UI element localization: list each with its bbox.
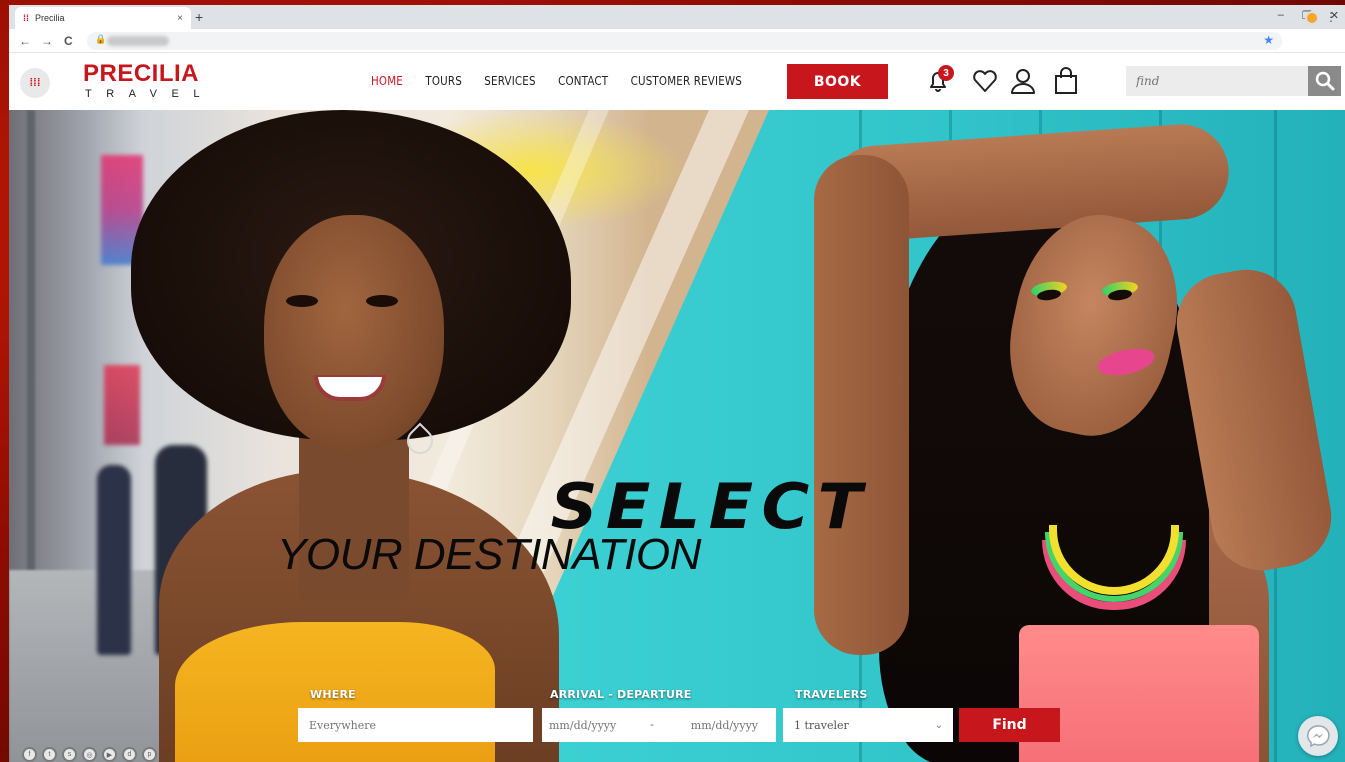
woman-left-face — [264, 215, 444, 450]
twitter-icon[interactable]: t — [42, 747, 57, 762]
departure-input[interactable] — [664, 718, 764, 732]
arrival-departure-label: ARRIVAL - DEPARTURE — [550, 688, 692, 701]
favicon-icon: ⁞⁞ — [23, 13, 29, 23]
bookmark-star-icon[interactable]: ★ — [1263, 33, 1274, 47]
travelers-select[interactable]: 1 traveler ⌄ — [783, 708, 953, 742]
bag-icon[interactable] — [1051, 66, 1081, 96]
new-tab-button[interactable]: + — [195, 9, 203, 25]
lock-icon: 🔒 — [95, 34, 107, 44]
browser-menu-icon[interactable]: ⋮ — [1325, 10, 1337, 24]
site-header: ⁞⁞⁞ PRECILIA TRAVEL HOME TOURS SERVICES … — [9, 54, 1345, 110]
travelers-label: TRAVELERS — [795, 688, 868, 701]
address-bar-row: ← → C 🔒 ★ — [9, 29, 1345, 53]
date-separator: - — [650, 719, 654, 731]
pedestrian — [97, 465, 131, 655]
menu-item-services[interactable]: SERVICES — [484, 74, 535, 88]
find-button[interactable]: Find — [959, 708, 1060, 742]
logo-subtitle: TRAVEL — [85, 88, 214, 100]
pinterest-icon[interactable]: p — [142, 747, 157, 762]
woman-right-upper-arm — [814, 155, 909, 655]
browser-tab[interactable]: ⁞⁞ Precilia × — [15, 7, 191, 29]
tab-title: Precilia — [35, 13, 65, 23]
travelers-value: 1 traveler — [794, 718, 849, 732]
reload-button[interactable]: C — [64, 34, 73, 48]
hero-banner: SELECT YOUR DESTINATION WHERE ARRIVAL - … — [9, 110, 1345, 762]
headline-select: SELECT — [550, 470, 871, 543]
tab-strip: ⁞⁞ Precilia × + – ❐ ✕ — [9, 5, 1345, 29]
back-button[interactable]: ← — [19, 34, 31, 48]
extension-icon[interactable] — [1305, 11, 1319, 25]
forward-button[interactable]: → — [41, 34, 53, 48]
messenger-button[interactable] — [1298, 716, 1338, 756]
deviantart-icon[interactable]: d — [122, 747, 137, 762]
logo-brand: PRECILIA — [83, 60, 200, 87]
main-menu: HOME TOURS SERVICES CONTACT CUSTOMER REV… — [371, 74, 742, 88]
hero-headline: SELECT YOUR DESTINATION — [277, 475, 897, 579]
grid-menu-icon[interactable]: ⁞⁞⁞ — [20, 68, 50, 98]
menu-item-tours[interactable]: TOURS — [425, 74, 462, 88]
tab-close-button[interactable]: × — [177, 13, 183, 24]
search-icon — [1315, 71, 1334, 91]
woman-left-eye — [286, 295, 318, 307]
url-field[interactable]: 🔒 ★ — [87, 32, 1282, 50]
menu-item-home[interactable]: HOME — [371, 74, 403, 88]
social-links: f t s ◎ ▶ d p — [22, 747, 157, 762]
heart-icon[interactable] — [970, 66, 1000, 96]
where-field[interactable] — [298, 708, 533, 742]
where-label: WHERE — [310, 688, 356, 701]
youtube-icon[interactable]: ▶ — [102, 747, 117, 762]
messenger-icon — [1307, 725, 1330, 748]
menu-item-customer-reviews[interactable]: CUSTOMER REVIEWS — [631, 74, 742, 88]
search-input[interactable] — [1126, 66, 1308, 96]
book-button[interactable]: BOOK — [787, 64, 888, 99]
arrival-input[interactable] — [542, 718, 640, 732]
search-button[interactable] — [1308, 66, 1341, 96]
blurred-url — [107, 36, 169, 46]
snapchat-icon[interactable]: s — [62, 747, 77, 762]
logo[interactable]: PRECILIA TRAVEL — [83, 61, 214, 101]
facebook-icon[interactable]: f — [22, 747, 37, 762]
where-input[interactable] — [298, 718, 533, 732]
instagram-icon[interactable]: ◎ — [82, 747, 97, 762]
site-search — [1126, 66, 1308, 96]
chevron-down-icon: ⌄ — [934, 719, 943, 731]
minimize-button[interactable]: – — [1278, 9, 1284, 22]
browser-window: ⁞⁞ Precilia × + – ❐ ✕ ← → C 🔒 ★ ⋮ ⁞⁞⁞ PR… — [9, 5, 1345, 762]
woman-left-eye — [366, 295, 398, 307]
dates-field: - — [542, 708, 776, 742]
street-pole — [27, 110, 35, 590]
billboard-image — [104, 365, 140, 445]
menu-item-contact[interactable]: CONTACT — [558, 74, 608, 88]
user-icon[interactable] — [1008, 66, 1038, 96]
notification-badge: 3 — [938, 65, 954, 81]
